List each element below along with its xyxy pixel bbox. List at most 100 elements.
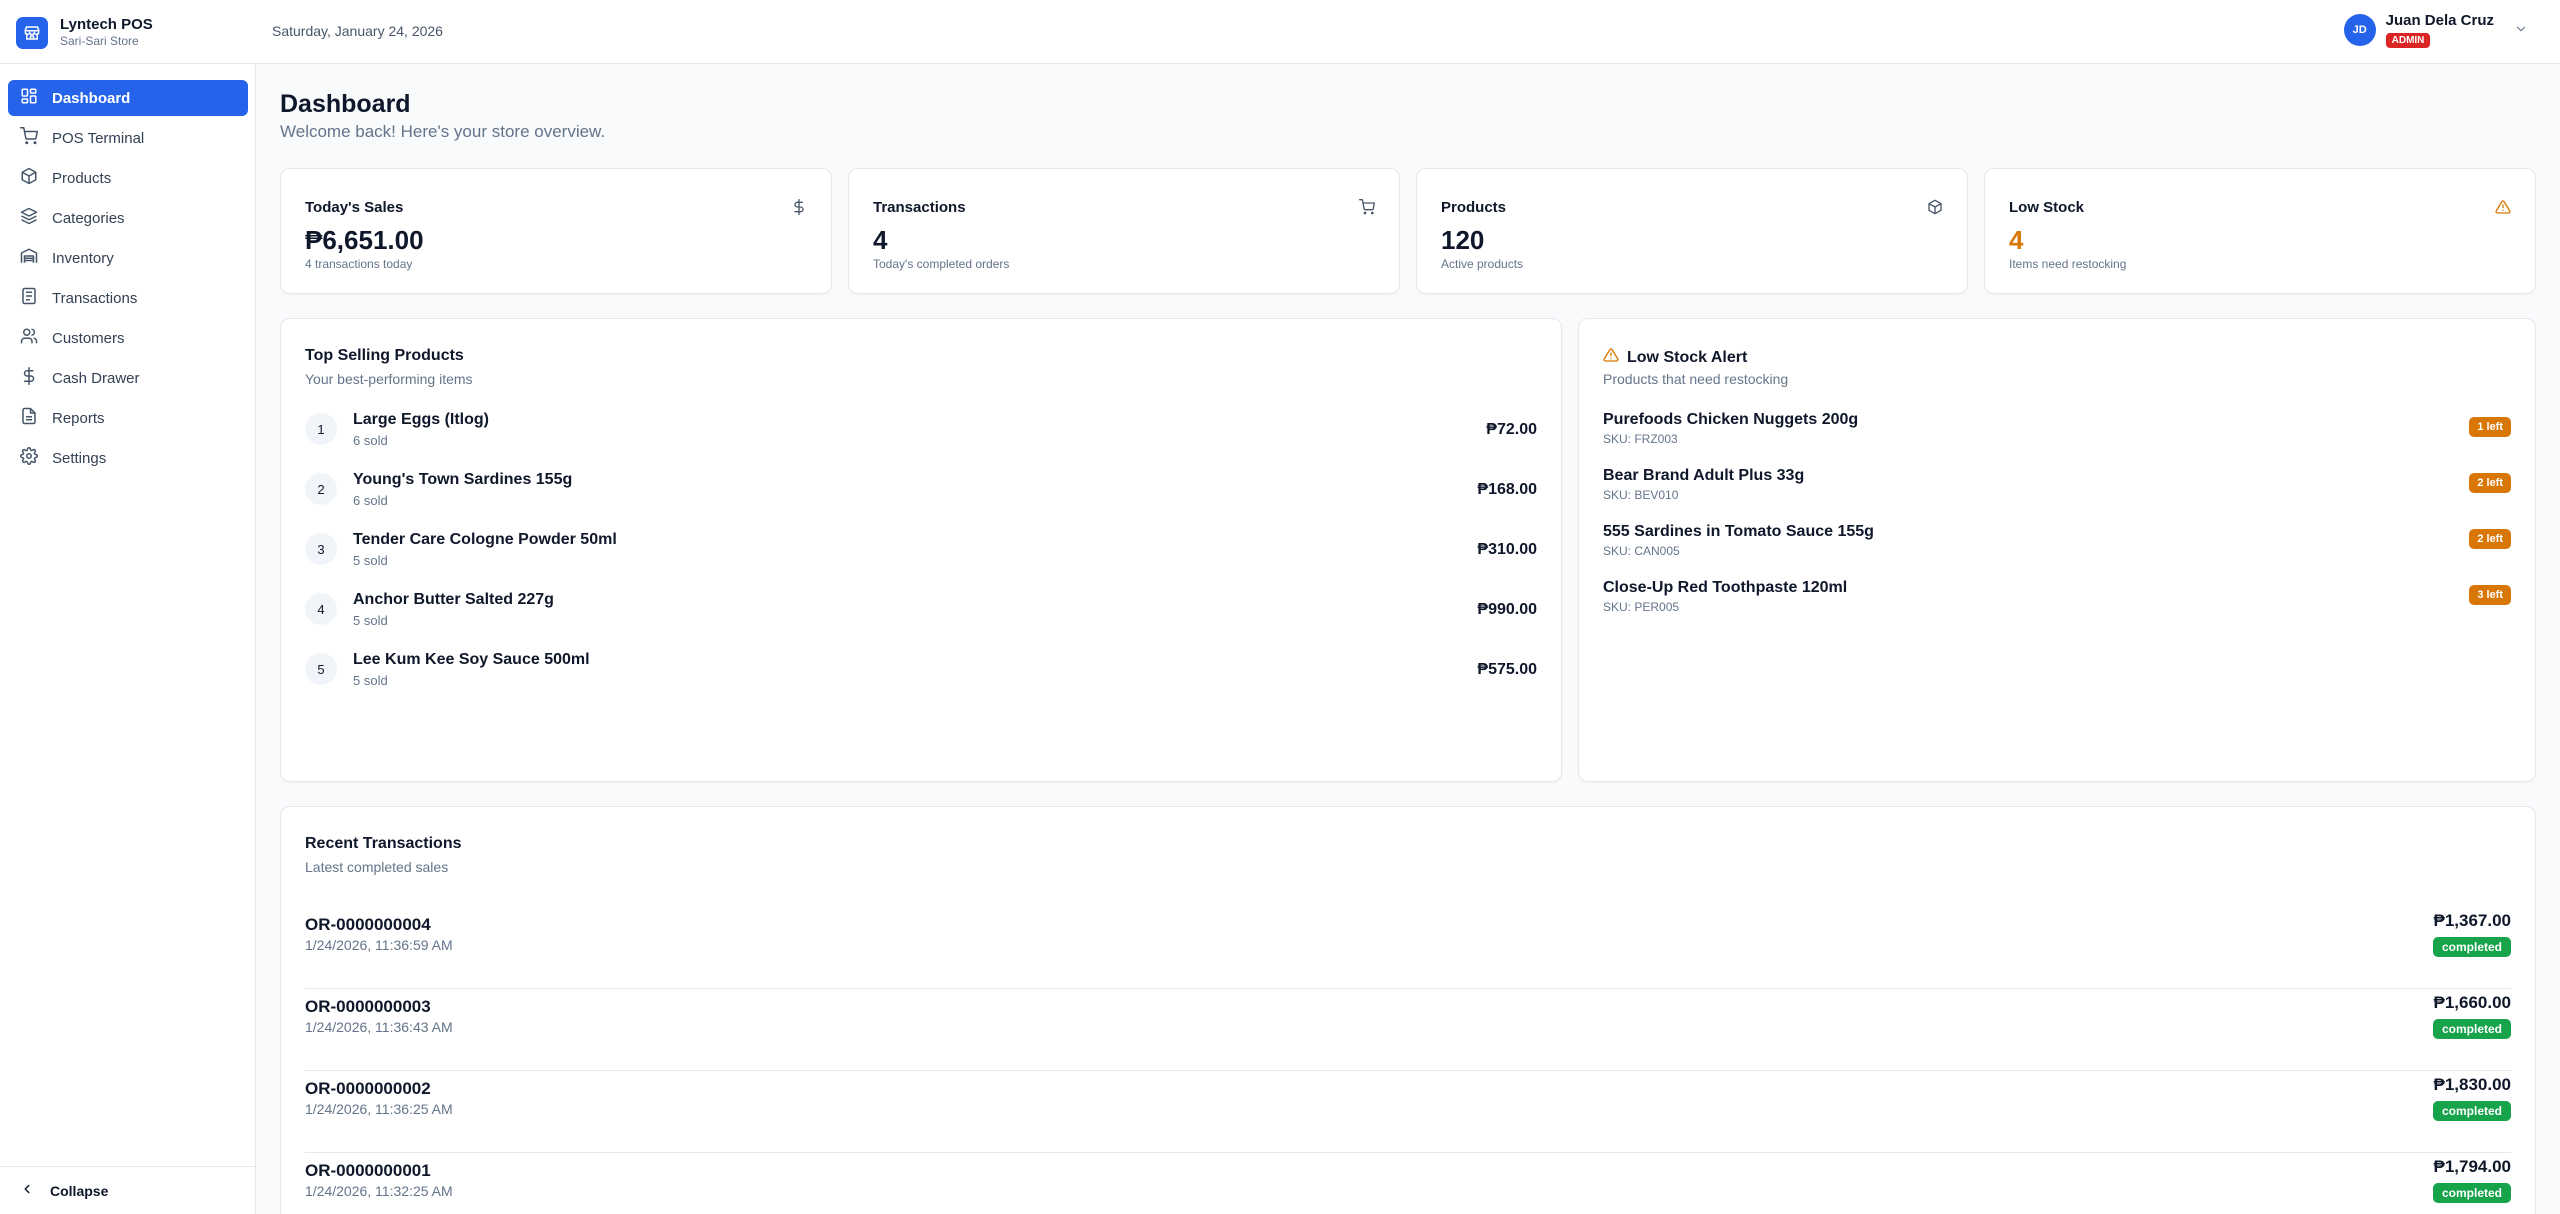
rank-badge: 5 bbox=[305, 653, 337, 685]
sidebar-item-categories[interactable]: Categories bbox=[8, 200, 248, 236]
alert-icon bbox=[2495, 199, 2511, 220]
transaction-id: OR-0000000003 bbox=[305, 997, 431, 1016]
user-name: Juan Dela Cruz bbox=[2385, 12, 2494, 29]
top-header: Lyntech POS Sari-Sari Store Saturday, Ja… bbox=[0, 0, 2560, 64]
sidebar-item-label: Transactions bbox=[52, 289, 138, 307]
store-icon bbox=[16, 16, 48, 49]
stock-badge: 2 left bbox=[2469, 529, 2511, 549]
stock-badge: 1 left bbox=[2469, 417, 2511, 437]
product-amount: ₱72.00 bbox=[1486, 421, 1537, 438]
list-item[interactable]: 4 Anchor Butter Salted 227g 5 sold ₱990.… bbox=[305, 589, 1537, 649]
list-item[interactable]: 1 Large Eggs (Itlog) 6 sold ₱72.00 bbox=[305, 409, 1537, 469]
top-selling-list: 1 Large Eggs (Itlog) 6 sold ₱72.00 2 You… bbox=[305, 409, 1537, 709]
product-name: Lee Kum Kee Soy Sauce 500ml bbox=[353, 651, 590, 668]
app-name: Lyntech POS bbox=[60, 16, 153, 33]
transaction-amount: ₱1,794.00 bbox=[2433, 1157, 2511, 1176]
stat-value: 4 bbox=[873, 225, 888, 255]
sidebar-item-transactions[interactable]: Transactions bbox=[8, 280, 248, 316]
sidebar-item-customers[interactable]: Customers bbox=[8, 320, 248, 356]
sidebar-item-label: Reports bbox=[52, 409, 105, 427]
sidebar-item-label: Products bbox=[52, 169, 112, 187]
low-stock-card: Low Stock Alert Products that need resto… bbox=[1578, 318, 2536, 782]
stock-badge: 3 left bbox=[2469, 585, 2511, 605]
list-item[interactable]: 3 Tender Care Cologne Powder 50ml 5 sold… bbox=[305, 529, 1537, 589]
dollar-icon bbox=[20, 367, 38, 389]
card-title: Low Stock Alert bbox=[1603, 347, 1747, 368]
rank-badge: 2 bbox=[305, 473, 337, 505]
transaction-amount: ₱1,830.00 bbox=[2433, 1075, 2511, 1094]
stat-card-transactions: Transactions 4 Today's completed orders bbox=[848, 168, 1400, 294]
brand[interactable]: Lyntech POS Sari-Sari Store bbox=[16, 16, 153, 49]
transaction-id: OR-0000000004 bbox=[305, 915, 431, 934]
gear-icon bbox=[20, 447, 38, 469]
stat-label: Low Stock bbox=[2009, 199, 2085, 216]
collapse-button[interactable]: Collapse bbox=[0, 1166, 255, 1214]
list-item[interactable]: Bear Brand Adult Plus 33g SKU: BEV010 2 … bbox=[1603, 465, 2511, 521]
stat-label: Transactions bbox=[873, 199, 966, 216]
sidebar-item-label: POS Terminal bbox=[52, 129, 145, 147]
role-badge: ADMIN bbox=[2385, 33, 2431, 48]
transaction-time: 1/24/2026, 11:36:25 AM bbox=[305, 1101, 453, 1117]
stat-card-low-stock: Low Stock 4 Items need restocking bbox=[1984, 168, 2536, 294]
package-icon bbox=[20, 167, 38, 189]
rank-badge: 4 bbox=[305, 593, 337, 625]
sidebar-item-label: Customers bbox=[52, 329, 125, 347]
dollar-icon bbox=[791, 199, 807, 220]
stat-hint: Today's completed orders bbox=[873, 257, 1010, 271]
rank-badge: 3 bbox=[305, 533, 337, 565]
product-sku: SKU: CAN005 bbox=[1603, 544, 1680, 558]
card-title-text: Recent Transactions bbox=[305, 835, 462, 852]
product-name: Large Eggs (Itlog) bbox=[353, 411, 489, 428]
table-row[interactable]: OR-0000000003 1/24/2026, 11:36:43 AM ₱1,… bbox=[305, 989, 2511, 1071]
card-title-text: Top Selling Products bbox=[305, 347, 464, 364]
sidebar-item-products[interactable]: Products bbox=[8, 160, 248, 196]
collapse-label: Collapse bbox=[50, 1182, 109, 1199]
list-item[interactable]: 2 Young's Town Sardines 155g 6 sold ₱168… bbox=[305, 469, 1537, 529]
stat-label: Products bbox=[1441, 199, 1507, 216]
status-badge: completed bbox=[2432, 1183, 2511, 1203]
users-icon bbox=[20, 327, 38, 349]
product-sku: SKU: PER005 bbox=[1603, 600, 1680, 614]
product-amount: ₱575.00 bbox=[1477, 661, 1537, 678]
transaction-amount: ₱1,367.00 bbox=[2433, 911, 2511, 930]
sidebar-item-cash-drawer[interactable]: Cash Drawer bbox=[8, 360, 248, 396]
list-item[interactable]: Purefoods Chicken Nuggets 200g SKU: FRZ0… bbox=[1603, 409, 2511, 465]
card-title: Top Selling Products bbox=[305, 347, 464, 365]
sidebar-item-label: Categories bbox=[52, 209, 125, 227]
chevron-left-icon bbox=[20, 1182, 34, 1199]
table-row[interactable]: OR-0000000004 1/24/2026, 11:36:59 AM ₱1,… bbox=[305, 907, 2511, 989]
warehouse-icon bbox=[20, 247, 38, 269]
transaction-time: 1/24/2026, 11:32:25 AM bbox=[305, 1183, 453, 1199]
sidebar-item-pos-terminal[interactable]: POS Terminal bbox=[8, 120, 248, 156]
sidebar-item-reports[interactable]: Reports bbox=[8, 400, 248, 436]
low-stock-list: Purefoods Chicken Nuggets 200g SKU: FRZ0… bbox=[1603, 409, 2511, 633]
sidebar-item-inventory[interactable]: Inventory bbox=[8, 240, 248, 276]
sidebar: Dashboard POS Terminal Products Categori… bbox=[0, 64, 256, 1214]
stat-label: Today's Sales bbox=[305, 199, 404, 216]
layers-icon bbox=[20, 207, 38, 229]
table-row[interactable]: OR-0000000002 1/24/2026, 11:36:25 AM ₱1,… bbox=[305, 1071, 2511, 1153]
user-menu[interactable]: JD Juan Dela Cruz ADMIN bbox=[2343, 12, 2528, 48]
product-sku: SKU: BEV010 bbox=[1603, 488, 1679, 502]
sidebar-item-label: Settings bbox=[52, 449, 107, 467]
list-item[interactable]: 5 Lee Kum Kee Soy Sauce 500ml 5 sold ₱57… bbox=[305, 649, 1537, 709]
chevron-down-icon[interactable] bbox=[2514, 22, 2528, 41]
page-subtitle: Welcome back! Here's your store overview… bbox=[280, 122, 606, 141]
card-subtitle: Products that need restocking bbox=[1603, 371, 1789, 387]
sidebar-item-settings[interactable]: Settings bbox=[8, 440, 248, 476]
sidebar-item-dashboard[interactable]: Dashboard bbox=[8, 80, 248, 116]
transaction-time: 1/24/2026, 11:36:59 AM bbox=[305, 937, 453, 953]
card-subtitle: Your best-performing items bbox=[305, 371, 473, 387]
stat-card-products: Products 120 Active products bbox=[1416, 168, 1968, 294]
product-amount: ₱990.00 bbox=[1477, 601, 1537, 618]
table-row[interactable]: OR-0000000001 1/24/2026, 11:32:25 AM ₱1,… bbox=[305, 1153, 2511, 1214]
stat-value: 120 bbox=[1441, 225, 1485, 255]
transaction-time: 1/24/2026, 11:36:43 AM bbox=[305, 1019, 453, 1035]
product-sold: 6 sold bbox=[353, 493, 388, 508]
product-name: 555 Sardines in Tomato Sauce 155g bbox=[1603, 523, 1874, 540]
stat-hint: 4 transactions today bbox=[305, 257, 413, 271]
page-title: Dashboard bbox=[280, 90, 411, 118]
list-item[interactable]: 555 Sardines in Tomato Sauce 155g SKU: C… bbox=[1603, 521, 2511, 577]
card-title-text: Low Stock Alert bbox=[1627, 348, 1748, 366]
list-item[interactable]: Close-Up Red Toothpaste 120ml SKU: PER00… bbox=[1603, 577, 2511, 633]
